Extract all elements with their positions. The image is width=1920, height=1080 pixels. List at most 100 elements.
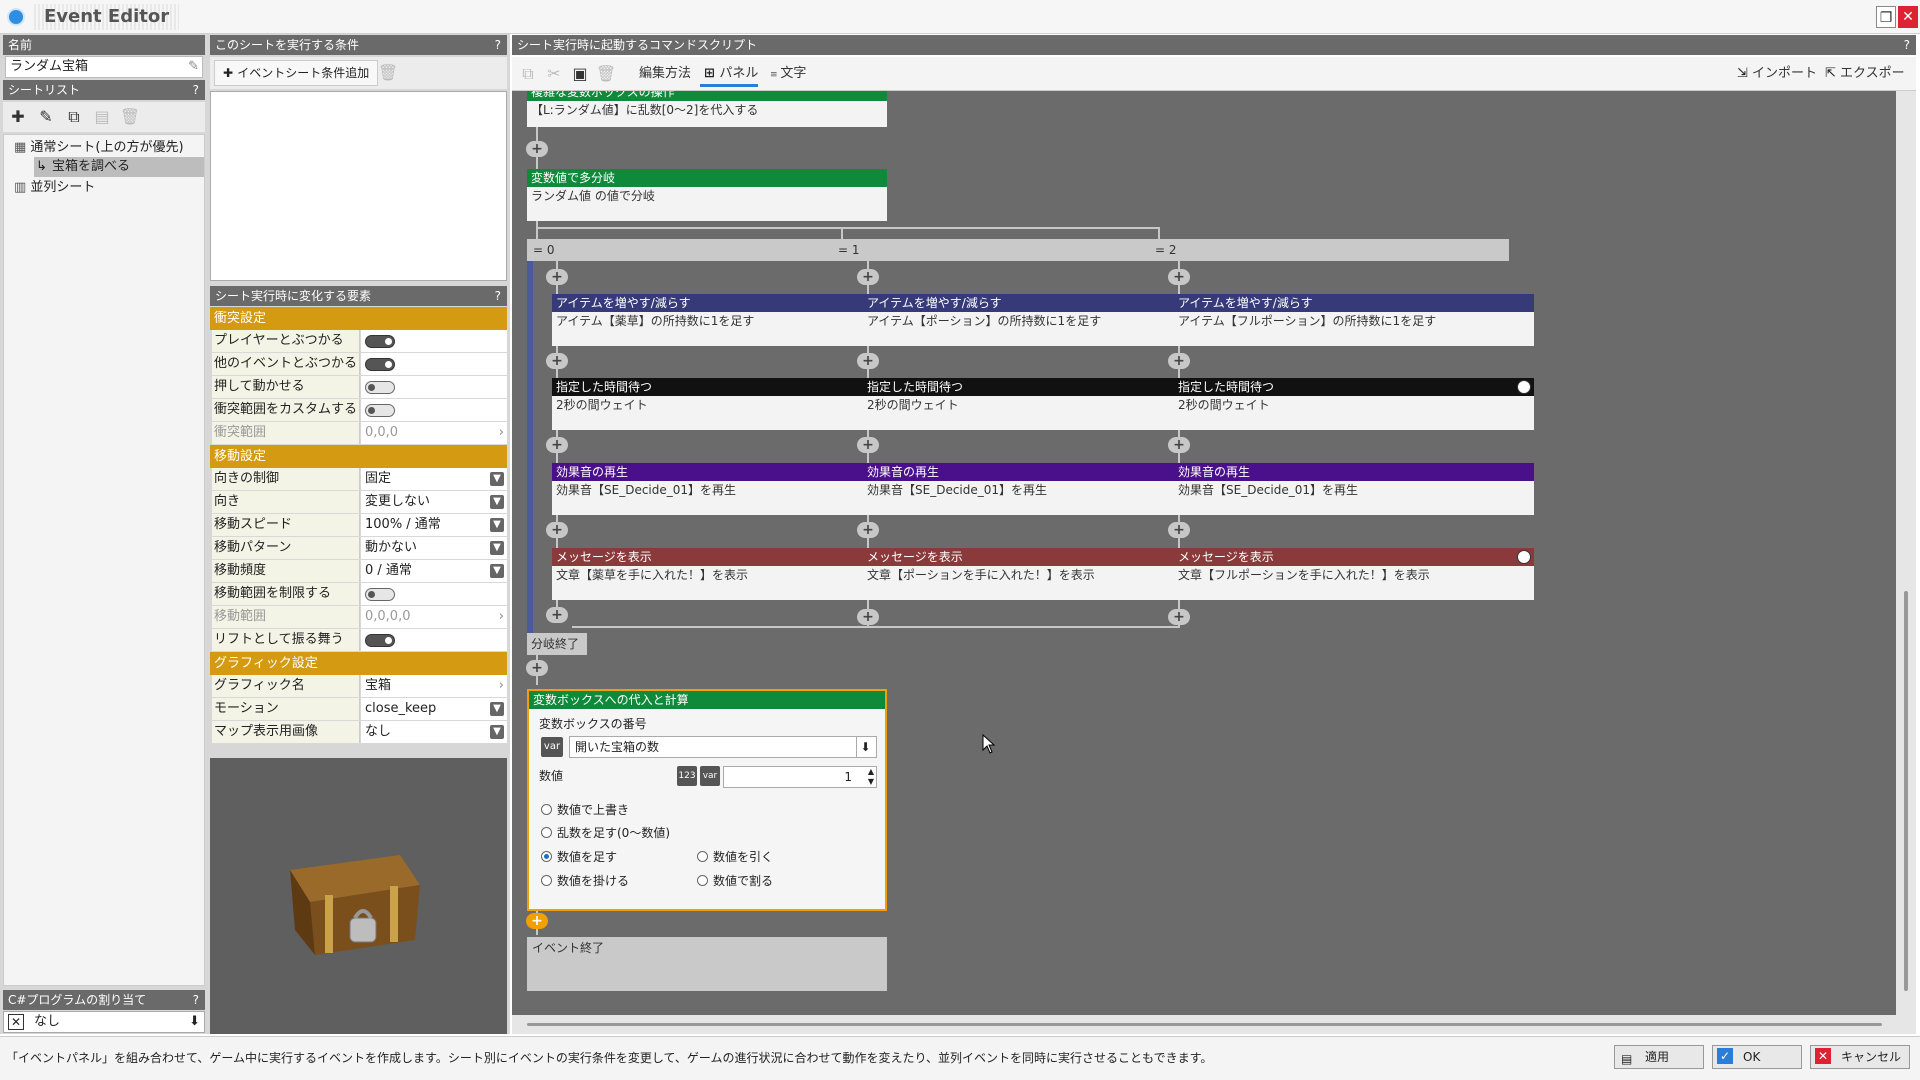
command-panel[interactable]: メッセージを表示 文章【薬草を手に入れた！】を表示 [552, 548, 912, 600]
chevron-right-icon[interactable]: › [499, 675, 504, 697]
insert-plus-icon[interactable]: + [1168, 353, 1190, 369]
radio-subtract[interactable]: 数値を引く [697, 848, 773, 865]
radio-button-selected[interactable] [541, 851, 552, 862]
ok-button[interactable]: ✓ OK [1712, 1045, 1802, 1069]
command-panel[interactable]: メッセージを表示 文章【フルポーションを手に入れた！】を表示 [1174, 548, 1534, 600]
prop-row[interactable]: 他のイベントとぶつかる [210, 353, 507, 376]
paste-sheet-icon[interactable]: ▤ [90, 105, 114, 129]
clear-icon[interactable]: ✕ [8, 1014, 24, 1030]
branch-header-2[interactable]: = 2 [1149, 239, 1509, 261]
add-sheet-icon[interactable]: ✚ [6, 105, 30, 129]
insert-plus-icon[interactable]: + [857, 437, 879, 453]
command-panel[interactable]: アイテムを増やす/減らす アイテム【ポーション】の所持数に1を足す [863, 294, 1223, 346]
dropdown-arrow-icon[interactable]: ▼ [490, 541, 504, 555]
command-panel[interactable]: 効果音の再生 効果音【SE_Decide_01】を再生 [552, 463, 912, 515]
horizontal-scrollbar[interactable] [512, 1015, 1916, 1034]
radio-overwrite[interactable]: 数値で上書き [541, 801, 629, 818]
dropdown-arrow-icon[interactable]: ▼ [490, 495, 504, 509]
radio-button[interactable] [541, 827, 552, 838]
var-select[interactable]: 開いた宝箱の数 ⬇ [569, 736, 877, 758]
radio-button[interactable] [541, 804, 552, 815]
insert-plus-icon[interactable]: + [857, 522, 879, 538]
prop-row[interactable]: 向きの制御 固定 ▼ [210, 468, 507, 491]
insert-plus-icon[interactable]: + [857, 353, 879, 369]
radio-multiply[interactable]: 数値を掛ける [541, 872, 629, 889]
numeric-input[interactable]: 1 ▲ ▼ [723, 766, 877, 788]
radio-add[interactable]: 数値を足す [541, 848, 617, 865]
toggle-off[interactable] [365, 588, 395, 601]
pencil-icon[interactable]: ✎ [188, 57, 199, 77]
prop-row[interactable]: リフトとして振る舞う [210, 629, 507, 652]
prop-row[interactable]: 移動頻度 0 / 通常 ▼ [210, 560, 507, 583]
dropdown-arrow-icon[interactable]: ▼ [490, 472, 504, 486]
dropdown-arrow-icon[interactable]: ▼ [490, 518, 504, 532]
insert-plus-icon[interactable]: + [526, 660, 548, 676]
radio-random[interactable]: 乱数を足す(0〜数値) [541, 824, 670, 841]
cancel-button[interactable]: ✕ キャンセル [1810, 1045, 1910, 1069]
command-panel[interactable]: 複雑な変数ボックスの操作 【L:ランダム値】に乱数[0〜2]を代入する [527, 91, 887, 127]
prop-row[interactable]: プレイヤーとぶつかる [210, 330, 507, 353]
close-icon[interactable]: ✕ [1898, 6, 1918, 28]
export-button[interactable]: ⇱ エクスポート [1825, 61, 1916, 107]
cut-icon[interactable]: ✂ [542, 62, 566, 86]
dropdown-arrow-icon[interactable]: ⬇ [189, 1012, 200, 1032]
toggle-on[interactable] [365, 634, 395, 647]
add-condition-button[interactable]: ✚ イベントシート条件追加 [214, 60, 379, 86]
scroll-thumb[interactable] [527, 1023, 1882, 1026]
csharp-select[interactable]: ✕ なし ⬇ [3, 1011, 205, 1033]
command-panel[interactable]: 指定した時間待つ 2秒の間ウェイト [1174, 378, 1534, 430]
toggle-off[interactable] [365, 404, 395, 417]
name-field[interactable]: ランダム宝箱 ✎ [5, 56, 203, 78]
help-icon[interactable]: ? [193, 990, 199, 1010]
insert-plus-icon[interactable]: + [1168, 269, 1190, 285]
copy-sheet-icon[interactable]: ⧉ [62, 105, 86, 129]
prop-row[interactable]: 押して動かせる [210, 376, 507, 399]
insert-plus-icon[interactable]: + [546, 607, 568, 623]
help-icon[interactable]: ? [1904, 35, 1910, 55]
help-icon[interactable]: ? [495, 35, 501, 55]
paste-icon[interactable]: ▣ [568, 62, 592, 86]
branch-header-1[interactable]: = 1 [832, 239, 1192, 261]
prop-row[interactable]: 衝突範囲をカスタムする [210, 399, 507, 422]
radio-divide[interactable]: 数値で割る [697, 872, 773, 889]
help-icon[interactable]: ? [193, 80, 199, 100]
command-panel[interactable]: メッセージを表示 文章【ポーションを手に入れた！】を表示 [863, 548, 1223, 600]
command-panel[interactable]: 変数値で多分岐 ランダム値 の値で分岐 [527, 169, 887, 221]
scroll-thumb[interactable] [1904, 591, 1908, 991]
dropdown-arrow-icon[interactable]: ⬇ [856, 737, 874, 757]
prop-row[interactable]: 移動範囲を制限する [210, 583, 507, 606]
script-canvas[interactable]: 複雑な変数ボックスの操作 【L:ランダム値】に乱数[0〜2]を代入する + 変数… [512, 91, 1896, 1015]
tree-item-selected[interactable]: ↳ 宝箱を調べる [34, 157, 204, 177]
command-panel[interactable]: アイテムを増やす/減らす アイテム【薬草】の所持数に1を足す [552, 294, 912, 346]
vertical-scrollbar[interactable] [1896, 91, 1916, 1015]
insert-plus-icon[interactable]: + [857, 609, 879, 625]
restore-icon[interactable]: ❐ [1876, 6, 1896, 28]
command-panel[interactable]: 指定した時間待つ 2秒の間ウェイト [863, 378, 1223, 430]
radio-button[interactable] [541, 875, 552, 886]
command-panel[interactable]: アイテムを増やす/減らす アイテム【フルポーション】の所持数に1を足す [1174, 294, 1534, 346]
text-mode-tab[interactable]: ≡ 文字 [770, 61, 806, 87]
var-mode-icon[interactable]: var [700, 766, 720, 786]
toggle-on[interactable] [365, 335, 395, 348]
insert-plus-icon[interactable]: + [546, 353, 568, 369]
dropdown-arrow-icon[interactable]: ▼ [490, 702, 504, 716]
toggle-on[interactable] [365, 358, 395, 371]
help-icon[interactable]: ? [495, 286, 501, 306]
dropdown-arrow-icon[interactable]: ▼ [490, 725, 504, 739]
panel-mode-tab[interactable]: ⊞ パネル [700, 61, 759, 87]
prop-row[interactable]: グラフィック名 宝箱 › [210, 675, 507, 698]
insert-plus-icon[interactable]: + [1168, 437, 1190, 453]
copy-icon[interactable]: ⧉ [516, 62, 540, 86]
import-button[interactable]: ⇲ インポート [1737, 61, 1817, 87]
insert-plus-icon[interactable]: + [526, 141, 548, 157]
radio-button[interactable] [697, 851, 708, 862]
var-operation-panel[interactable]: 変数ボックスへの代入と計算 変数ボックスの番号 var 開いた宝箱の数 ⬇ 数値 … [527, 689, 887, 911]
insert-plus-icon[interactable]: + [1168, 522, 1190, 538]
number-mode-icon[interactable]: 123 [677, 766, 697, 786]
insert-plus-icon[interactable]: + [1168, 609, 1190, 625]
edit-sheet-icon[interactable]: ✎ [34, 105, 58, 129]
prop-row[interactable]: モーション close_keep ▼ [210, 698, 507, 721]
prop-row[interactable]: マップ表示用画像 なし ▼ [210, 721, 507, 744]
event-end[interactable]: イベント終了 [527, 937, 887, 991]
insert-plus-icon[interactable]: + [546, 269, 568, 285]
